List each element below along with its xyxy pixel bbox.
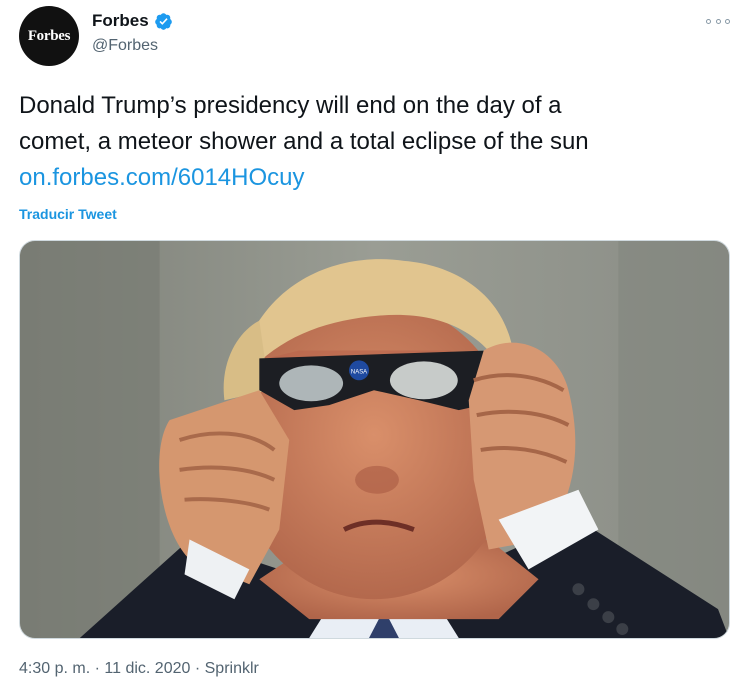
glasses-logo-text: NASA bbox=[351, 369, 367, 375]
tweet-text-line-1: Donald Trump’s presidency will end on th… bbox=[19, 92, 562, 119]
photo-illustration: NASA bbox=[20, 241, 729, 638]
tweet-link[interactable]: on.forbes.com/6014HOcuy bbox=[19, 164, 304, 191]
avatar-logo-text: Forbes bbox=[27, 27, 71, 44]
tweet-photo[interactable]: NASA bbox=[19, 240, 730, 639]
translate-tweet-link[interactable]: Traducir Tweet bbox=[19, 206, 117, 222]
tweet-time[interactable]: 4:30 p. m. bbox=[19, 660, 90, 678]
tweet: Forbes Forbes @Forbes Donald Trump’s pre… bbox=[0, 0, 750, 698]
meta-separator: · bbox=[194, 660, 201, 677]
verified-badge-icon bbox=[154, 12, 172, 30]
tweet-source[interactable]: Sprinklr bbox=[205, 660, 259, 678]
author-handle[interactable]: @Forbes bbox=[92, 37, 158, 55]
tweet-date[interactable]: 11 dic. 2020 bbox=[104, 660, 190, 678]
tweet-text-line-2: comet, a meteor shower and a total eclip… bbox=[19, 128, 589, 155]
author-name-row: Forbes bbox=[92, 11, 173, 31]
avatar[interactable]: Forbes bbox=[19, 6, 79, 66]
more-options-icon[interactable] bbox=[706, 14, 730, 28]
display-name[interactable]: Forbes bbox=[92, 11, 149, 31]
meta-separator: · bbox=[94, 660, 100, 677]
tweet-meta: 4:30 p. m. · 11 dic. 2020 · Sprinklr bbox=[19, 660, 259, 678]
tweet-text: Donald Trump’s presidency will end on th… bbox=[19, 88, 731, 196]
